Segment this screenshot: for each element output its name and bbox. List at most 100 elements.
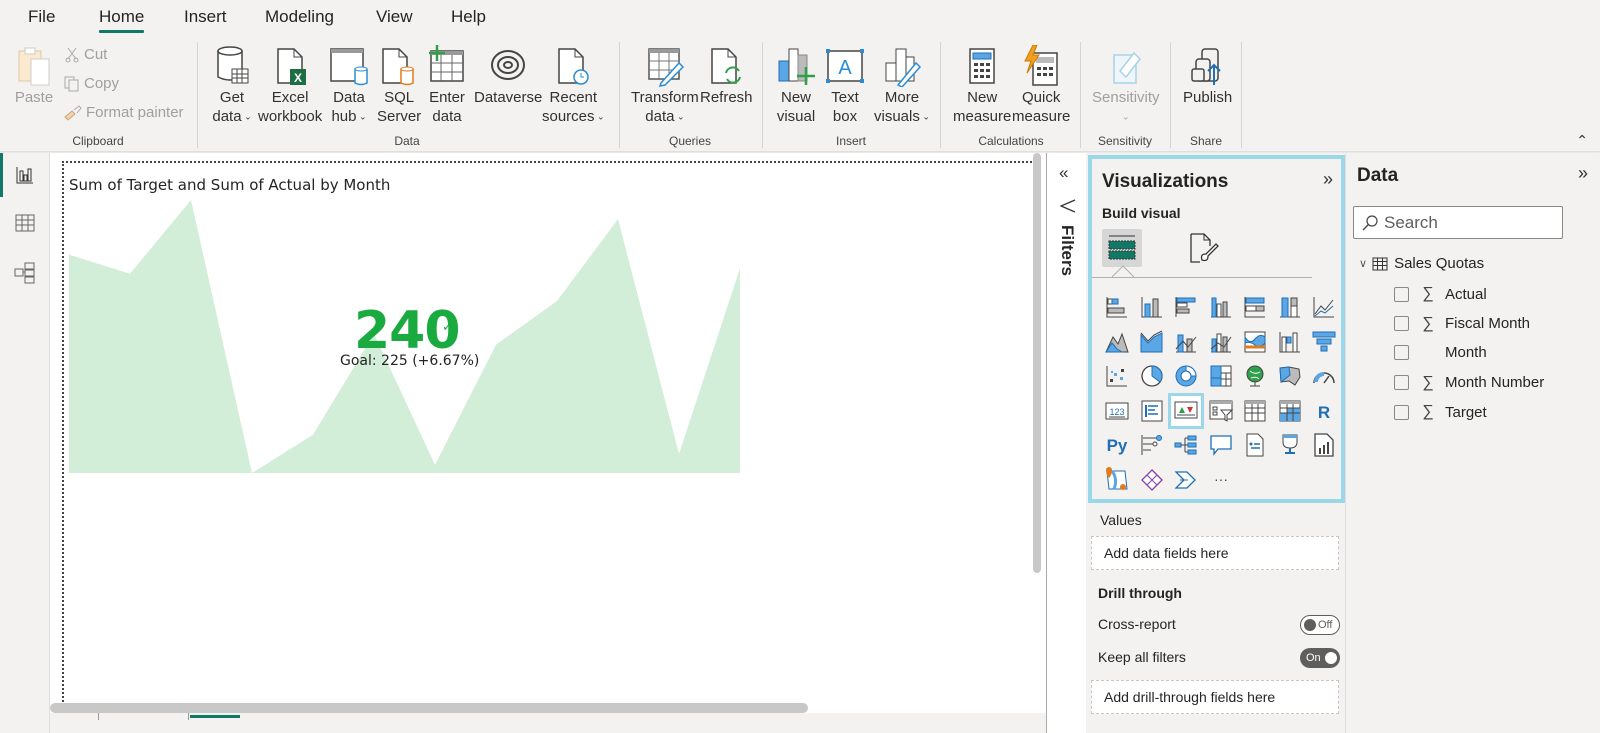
viz-funnel-chart-button[interactable] — [1308, 326, 1340, 358]
tab-view[interactable]: View — [376, 7, 413, 27]
build-visual-tab[interactable] — [1102, 229, 1142, 267]
recent-sources-button[interactable]: Recent sources ⌄ — [542, 44, 605, 127]
viz-gauge-button[interactable] — [1308, 360, 1340, 392]
field-checkbox[interactable] — [1394, 404, 1409, 420]
data-search-input[interactable] — [1384, 212, 1554, 233]
enter-data-button[interactable]: Enter data — [427, 44, 467, 126]
viz-paginated-report-button[interactable] — [1308, 429, 1340, 461]
more-visuals-button[interactable]: More visuals ⌄ — [874, 44, 930, 127]
tab-insert[interactable]: Insert — [184, 7, 227, 27]
viz-100-stacked-bar-chart-button[interactable] — [1239, 291, 1271, 323]
data-search-box[interactable] — [1353, 206, 1563, 239]
field-checkbox[interactable] — [1394, 286, 1409, 302]
filters-label[interactable]: Filters — [1057, 225, 1077, 276]
text-box-button[interactable]: A Text box — [825, 44, 865, 126]
transform-data-button[interactable]: Transform data ⌄ — [631, 44, 699, 127]
field-checkbox[interactable] — [1394, 316, 1409, 331]
report-view-button[interactable] — [0, 153, 50, 197]
sensitivity-button[interactable]: Sensitivity ⌄ — [1092, 44, 1160, 127]
viz-map-button[interactable] — [1239, 360, 1271, 392]
viz-qa-button[interactable] — [1205, 429, 1237, 461]
format-painter-button[interactable]: Format painter — [64, 104, 184, 121]
viz-decomposition-tree-button[interactable] — [1170, 429, 1202, 461]
viz-kpi-button[interactable] — [1168, 392, 1204, 429]
cross-report-toggle[interactable]: Off — [1300, 615, 1340, 635]
viz-line-and-clustered-column-chart-button[interactable] — [1205, 326, 1237, 358]
field-item[interactable]: ∑ Target — [1394, 403, 1487, 421]
viz-multi-row-card-button[interactable] — [1136, 395, 1168, 427]
new-measure-button[interactable]: New measure — [953, 44, 1011, 126]
sql-server-button[interactable]: SQL Server — [377, 44, 421, 126]
field-item[interactable]: Month — [1394, 344, 1487, 361]
viz-clustered-column-chart-button[interactable] — [1205, 291, 1237, 323]
field-checkbox[interactable] — [1394, 375, 1409, 390]
horizontal-scrollbar[interactable] — [50, 703, 808, 713]
refresh-button[interactable]: Refresh — [700, 44, 753, 126]
viz-donut-chart-button[interactable] — [1170, 360, 1202, 392]
tab-file[interactable]: File — [28, 7, 55, 27]
viz-table-button[interactable] — [1239, 395, 1271, 427]
get-data-line2: data — [212, 108, 242, 125]
keep-all-filters-toggle[interactable]: On — [1300, 648, 1340, 668]
format-visual-tab[interactable] — [1184, 229, 1224, 267]
dataverse-button[interactable]: Dataverse — [474, 44, 542, 126]
kpi-visual[interactable]: Sum of Target and Sum of Actual by Month… — [62, 161, 1032, 721]
expand-filters-icon[interactable]: « — [1059, 163, 1068, 183]
values-well[interactable]: Add data fields here — [1091, 536, 1339, 570]
viz-stacked-column-chart-button[interactable] — [1136, 291, 1168, 323]
drill-through-well[interactable]: Add drill-through fields here — [1091, 680, 1339, 714]
get-data-button[interactable]: Get data ⌄ — [212, 44, 252, 127]
field-item[interactable]: ∑ Actual — [1394, 285, 1487, 303]
viz-waterfall-chart-button[interactable] — [1274, 326, 1306, 358]
excel-workbook-button[interactable]: X Excel workbook — [258, 44, 322, 126]
publish-button[interactable]: Publish — [1183, 44, 1232, 126]
viz-r-script-visual-button[interactable]: R — [1308, 395, 1340, 427]
viz-matrix-button[interactable] — [1274, 395, 1306, 427]
viz-key-influencers-button[interactable] — [1136, 429, 1168, 461]
copy-button[interactable]: Copy — [64, 75, 119, 92]
collapse-visualizations-icon[interactable]: » — [1323, 169, 1333, 190]
viz-area-chart-button[interactable] — [1101, 326, 1133, 358]
vertical-scrollbar[interactable] — [1033, 153, 1041, 573]
active-page-tab[interactable] — [190, 715, 240, 718]
viz-power-apps-button[interactable] — [1136, 464, 1168, 496]
viz-stacked-bar-chart-button[interactable] — [1101, 291, 1133, 323]
field-item[interactable]: ∑ Fiscal Month — [1394, 315, 1530, 333]
refresh-line1: Refresh — [700, 89, 753, 106]
viz-ribbon-chart-button[interactable] — [1239, 326, 1271, 358]
tab-home[interactable]: Home — [99, 7, 145, 33]
viz-stacked-area-chart-button[interactable] — [1136, 326, 1168, 358]
more-visuals-line1: More — [884, 89, 920, 106]
tab-modeling[interactable]: Modeling — [265, 7, 334, 27]
viz-python-visual-button[interactable]: Py — [1101, 429, 1133, 461]
viz-azure-map-button[interactable] — [1101, 464, 1133, 496]
tab-help[interactable]: Help — [451, 7, 486, 27]
collapse-data-pane-icon[interactable]: » — [1578, 163, 1588, 184]
table-node-sales-quotas[interactable]: ∨ Sales Quotas — [1359, 255, 1484, 272]
data-hub-button[interactable]: Data hub ⌄ — [329, 44, 369, 127]
cut-button[interactable]: Cut — [64, 46, 107, 63]
quick-measure-button[interactable]: Quick measure — [1012, 44, 1070, 126]
field-item[interactable]: ∑ Month Number — [1394, 374, 1544, 392]
viz-metrics-button[interactable] — [1274, 429, 1306, 461]
viz-more-visuals-button[interactable]: ··· — [1205, 464, 1237, 496]
model-view-button[interactable] — [0, 251, 50, 295]
viz-line-and-stacked-column-chart-button[interactable] — [1170, 326, 1202, 358]
viz-pie-chart-button[interactable] — [1136, 360, 1168, 392]
viz-treemap-button[interactable] — [1205, 360, 1237, 392]
collapse-ribbon-icon[interactable]: ⌃ — [1576, 132, 1588, 149]
viz-scatter-chart-button[interactable] — [1101, 360, 1133, 392]
viz-filled-map-button[interactable] — [1274, 360, 1306, 392]
new-visual-button[interactable]: New visual — [776, 44, 816, 126]
viz-100-stacked-column-chart-button[interactable] — [1274, 291, 1306, 323]
field-checkbox[interactable] — [1394, 345, 1409, 360]
viz-slicer-button[interactable] — [1205, 395, 1237, 427]
viz-smart-narrative-button[interactable] — [1239, 429, 1271, 461]
paste-button[interactable]: Paste — [14, 44, 54, 107]
report-canvas[interactable]: Sum of Target and Sum of Actual by Month… — [50, 153, 1046, 721]
viz-line-chart-button[interactable] — [1308, 291, 1340, 323]
viz-clustered-bar-chart-button[interactable] — [1170, 291, 1202, 323]
table-view-button[interactable] — [0, 201, 50, 245]
viz-power-automate-button[interactable] — [1170, 464, 1202, 496]
viz-card-button[interactable]: 123 — [1101, 395, 1133, 427]
